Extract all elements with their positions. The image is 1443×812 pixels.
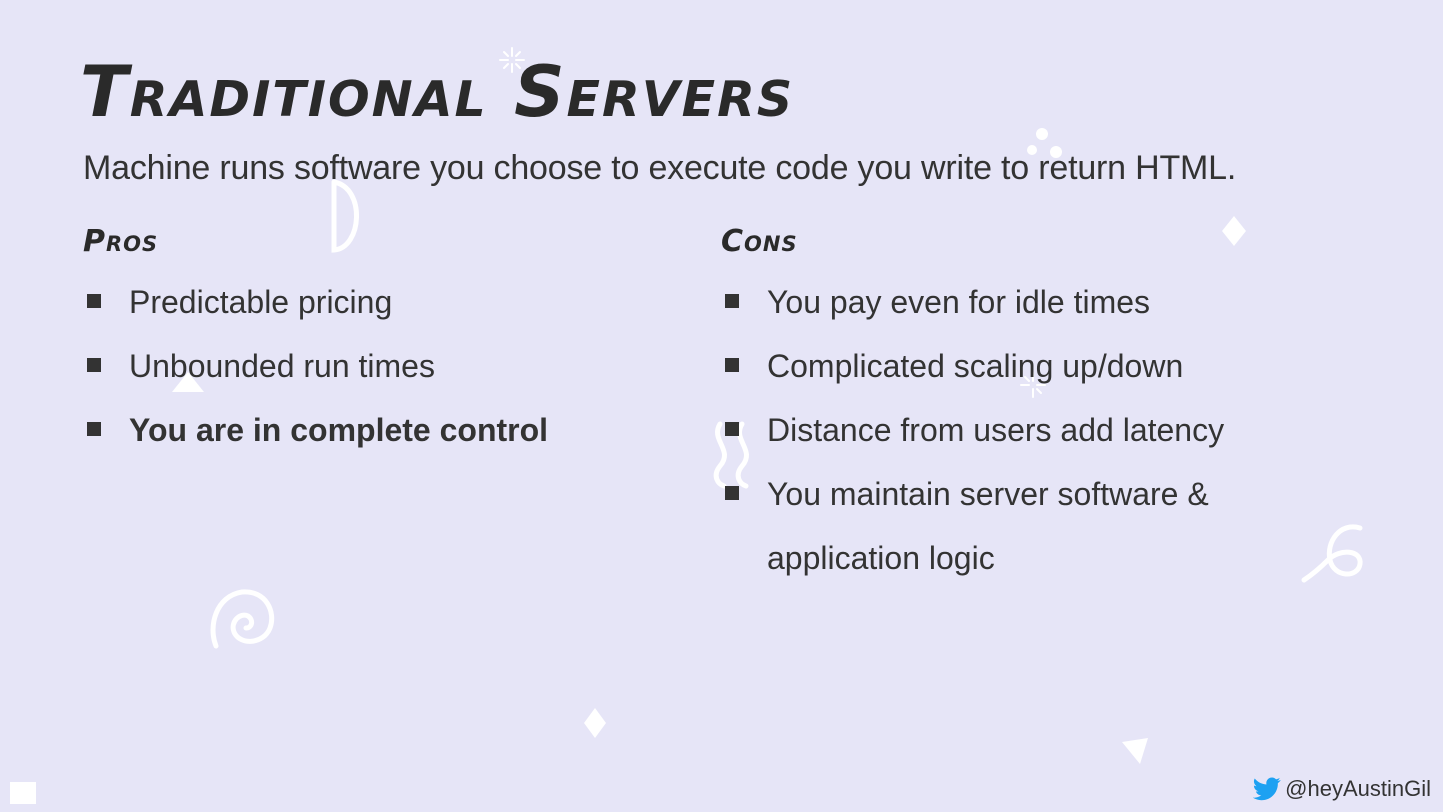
list-item: You pay even for idle times — [721, 270, 1321, 334]
square-bullet-icon — [725, 294, 739, 308]
twitter-bird-icon — [1253, 777, 1281, 801]
square-icon — [10, 782, 36, 804]
cons-list: You pay even for idle times Complicated … — [721, 270, 1321, 590]
list-item-text: You are in complete control — [129, 412, 549, 448]
slide-title: Traditional Servers — [80, 51, 795, 133]
list-item: Unbounded run times — [83, 334, 683, 398]
square-bullet-icon — [87, 422, 101, 436]
twitter-handle-text: @heyAustinGil — [1285, 776, 1431, 801]
slide-subtitle: Machine runs software you choose to exec… — [83, 149, 1237, 187]
list-item-text: Distance from users add latency — [767, 412, 1225, 448]
square-bullet-icon — [87, 358, 101, 372]
list-item-text: Predictable pricing — [129, 284, 393, 320]
list-item: You are in complete control — [83, 398, 683, 462]
list-item-text: Complicated scaling up/down — [767, 348, 1184, 384]
square-bullet-icon — [87, 294, 101, 308]
square-bullet-icon — [725, 486, 739, 500]
list-item-text: You maintain server software & applicati… — [767, 476, 1209, 576]
list-item: Predictable pricing — [83, 270, 683, 334]
square-bullet-icon — [725, 358, 739, 372]
diamond-icon — [1222, 216, 1246, 246]
list-item-text: You pay even for idle times — [767, 284, 1151, 320]
list-item: You maintain server software & applicati… — [721, 462, 1321, 590]
list-item: Complicated scaling up/down — [721, 334, 1321, 398]
triangle-icon — [1122, 738, 1148, 764]
list-item-text: Unbounded run times — [129, 348, 435, 384]
pros-heading: Pros — [83, 224, 159, 259]
spiral-doodle-icon — [210, 589, 275, 649]
list-item: Distance from users add latency — [721, 398, 1321, 462]
pros-list: Predictable pricing Unbounded run times … — [83, 270, 683, 462]
diamond-icon — [584, 708, 606, 738]
slide: Traditional Servers Machine runs softwar… — [0, 0, 1443, 812]
square-bullet-icon — [725, 422, 739, 436]
twitter-handle[interactable]: @heyAustinGil — [1253, 776, 1431, 802]
cons-heading: Cons — [721, 224, 798, 259]
